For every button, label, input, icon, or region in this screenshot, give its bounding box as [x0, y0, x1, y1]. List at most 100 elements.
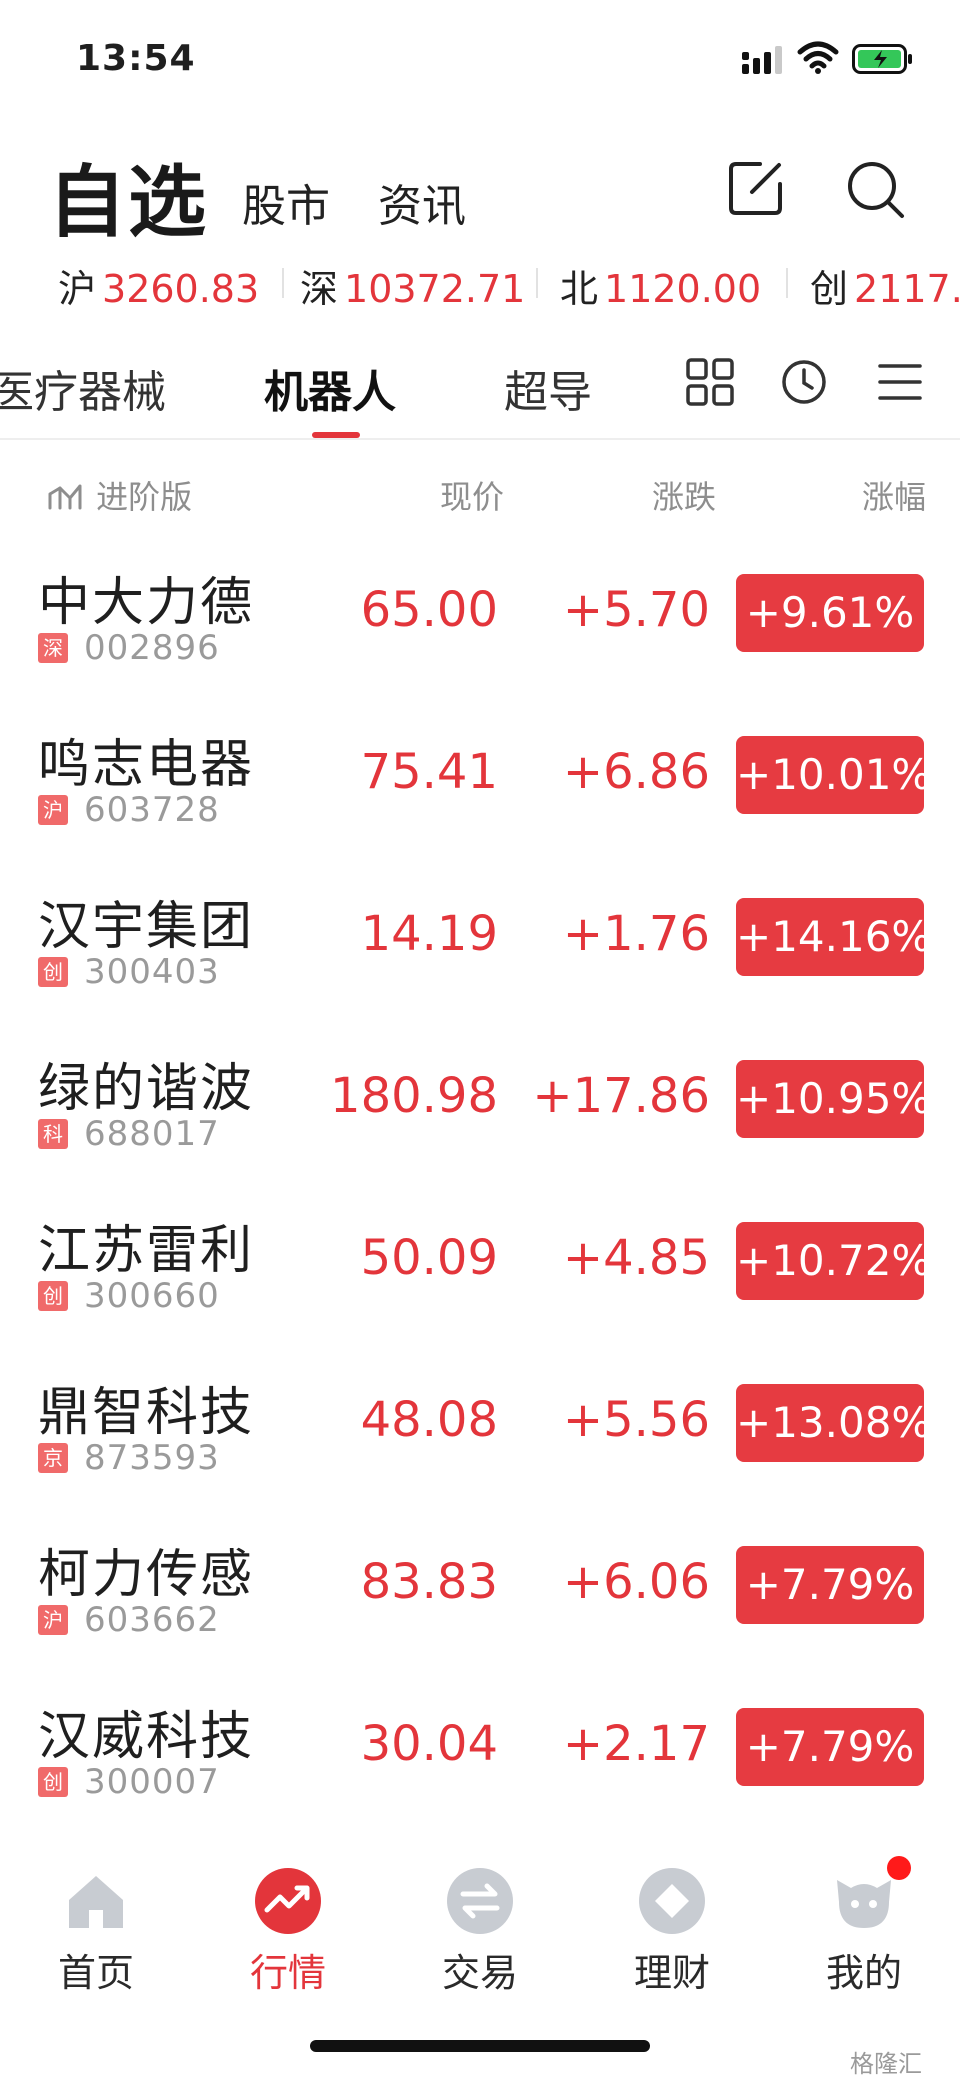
tabbar-home[interactable]: 首页	[26, 1866, 166, 1997]
index-name: 创	[810, 267, 849, 311]
tab-news[interactable]: 资讯	[378, 170, 466, 234]
stock-pct-badge[interactable]: +13.08%	[736, 1384, 931, 1462]
stock-change: +5.70	[562, 582, 710, 638]
stock-change: +17.86	[532, 1068, 710, 1124]
stock-pct-badge[interactable]: +10.01%	[736, 736, 931, 814]
col-header-pct[interactable]: 涨幅	[862, 472, 926, 518]
stock-change: +1.76	[562, 906, 710, 962]
chart-line-icon	[46, 480, 86, 520]
tab-stock-market[interactable]: 股市	[242, 170, 330, 234]
stock-name: 鼎智科技	[38, 1383, 255, 1443]
grid-icon[interactable]	[684, 356, 736, 408]
app-screen: { "status_bar": { "time": "13:54" }, "he…	[0, 0, 960, 2079]
advanced-toggle[interactable]: 进阶版	[46, 472, 192, 520]
tabbar-label: 理财	[633, 1951, 710, 1995]
tabs-divider	[0, 438, 960, 440]
ticker-divider	[282, 268, 284, 298]
stock-code: 603728	[84, 790, 220, 830]
tabbar-label: 我的	[825, 1951, 902, 1995]
index-value: 3260.83	[102, 267, 260, 311]
search-icon[interactable]	[844, 158, 904, 218]
market-badge: 京	[38, 1443, 68, 1473]
home-indicator	[310, 2040, 650, 2052]
index-value: 10372.71	[344, 267, 526, 311]
market-badge: 沪	[38, 1605, 68, 1635]
stock-price: 30.04	[360, 1716, 498, 1772]
clock-icon[interactable]	[778, 356, 830, 408]
stock-row[interactable]: 柯力传感 沪 603662 83.83 +6.06 +7.79%	[0, 1512, 960, 1674]
market-trend-icon	[253, 1866, 323, 1936]
stock-code: 002896	[84, 628, 220, 668]
stock-change: +6.06	[562, 1554, 710, 1610]
col-header-price[interactable]: 现价	[440, 472, 504, 518]
stock-row[interactable]: 汉威科技 创 300007 30.04 +2.17 +7.79%	[0, 1674, 960, 1836]
tabbar-market[interactable]: 行情	[218, 1866, 358, 1997]
index-ticker-sz[interactable]: 深 10372.71	[300, 258, 525, 313]
stock-name: 汉威科技	[38, 1707, 255, 1767]
stock-price: 14.19	[360, 906, 498, 962]
stock-change: +2.17	[562, 1716, 710, 1772]
stock-change: +4.85	[562, 1230, 710, 1286]
stock-price: 50.09	[360, 1230, 498, 1286]
stock-change: +5.56	[562, 1392, 710, 1448]
category-tab-superconductor[interactable]: 超导	[504, 356, 592, 420]
tabbar-label: 行情	[249, 1951, 326, 1995]
index-ticker-sh[interactable]: 沪 3260.83	[58, 258, 259, 313]
stock-code: 873593	[84, 1438, 220, 1478]
stock-pct-badge[interactable]: +10.72%	[736, 1222, 931, 1300]
index-name: 北	[560, 267, 599, 311]
index-ticker-bj[interactable]: 北 1120.00	[560, 258, 761, 313]
profile-mascot-icon	[829, 1856, 911, 1936]
index-ticker-cy[interactable]: 创 2117.	[810, 258, 960, 313]
category-tab-medical[interactable]: 医疗器械	[0, 356, 166, 420]
stock-price: 65.00	[360, 582, 498, 638]
stock-pct-badge[interactable]: +10.95%	[736, 1060, 931, 1138]
tabbar-wealth[interactable]: 理财	[602, 1866, 742, 1997]
index-name: 沪	[58, 267, 97, 311]
battery-charging-icon	[852, 44, 914, 74]
stock-price: 83.83	[360, 1554, 498, 1610]
edit-icon[interactable]	[726, 158, 786, 218]
stock-price: 180.98	[330, 1068, 498, 1124]
notification-dot	[887, 1856, 911, 1880]
page-title: 自选	[48, 158, 209, 248]
col-header-change[interactable]: 涨跌	[652, 472, 716, 518]
index-name: 深	[300, 267, 339, 311]
stock-code: 300007	[84, 1762, 220, 1802]
menu-icon[interactable]	[874, 356, 926, 408]
stock-row[interactable]: 中大力德 深 002896 65.00 +5.70 +9.61%	[0, 540, 960, 702]
stock-row[interactable]: 江苏雷利 创 300660 50.09 +4.85 +10.72%	[0, 1188, 960, 1350]
stock-pct-badge[interactable]: +7.79%	[736, 1546, 924, 1624]
stock-code: 300403	[84, 952, 220, 992]
cellular-signal-icon	[742, 44, 784, 74]
stock-price: 75.41	[360, 744, 498, 800]
trade-exchange-icon	[445, 1866, 515, 1936]
market-badge: 创	[38, 1767, 68, 1797]
tabbar-label: 交易	[441, 1951, 518, 1995]
watermark-logo: 格隆汇	[850, 2050, 922, 2078]
market-badge: 创	[38, 1281, 68, 1311]
tabbar-profile[interactable]: 我的	[794, 1856, 934, 1997]
stock-pct-badge[interactable]: +14.16%	[736, 898, 931, 976]
stock-name: 绿的谐波	[38, 1059, 255, 1119]
stock-row[interactable]: 鸣志电器 沪 603728 75.41 +6.86 +10.01%	[0, 702, 960, 864]
market-badge: 科	[38, 1119, 68, 1149]
advanced-label: 进阶版	[96, 478, 193, 516]
stock-row[interactable]: 汉宇集团 创 300403 14.19 +1.76 +14.16%	[0, 864, 960, 1026]
stock-row[interactable]: 绿的谐波 科 688017 180.98 +17.86 +10.95%	[0, 1026, 960, 1188]
market-badge: 创	[38, 957, 68, 987]
category-tab-robot[interactable]: 机器人	[264, 356, 396, 420]
stock-code: 603662	[84, 1600, 220, 1640]
index-value: 1120.00	[604, 267, 762, 311]
ticker-divider	[536, 268, 538, 298]
stock-pct-badge[interactable]: +9.61%	[736, 574, 924, 652]
stock-code: 300660	[84, 1276, 220, 1316]
stock-change: +6.86	[562, 744, 710, 800]
tabbar-trade[interactable]: 交易	[410, 1866, 550, 1997]
stock-pct-badge[interactable]: +7.79%	[736, 1708, 924, 1786]
status-time: 13:54	[76, 38, 196, 79]
stock-name: 江苏雷利	[38, 1221, 255, 1281]
index-value: 2117.	[854, 267, 960, 311]
home-icon	[61, 1866, 131, 1936]
stock-row[interactable]: 鼎智科技 京 873593 48.08 +5.56 +13.08%	[0, 1350, 960, 1512]
